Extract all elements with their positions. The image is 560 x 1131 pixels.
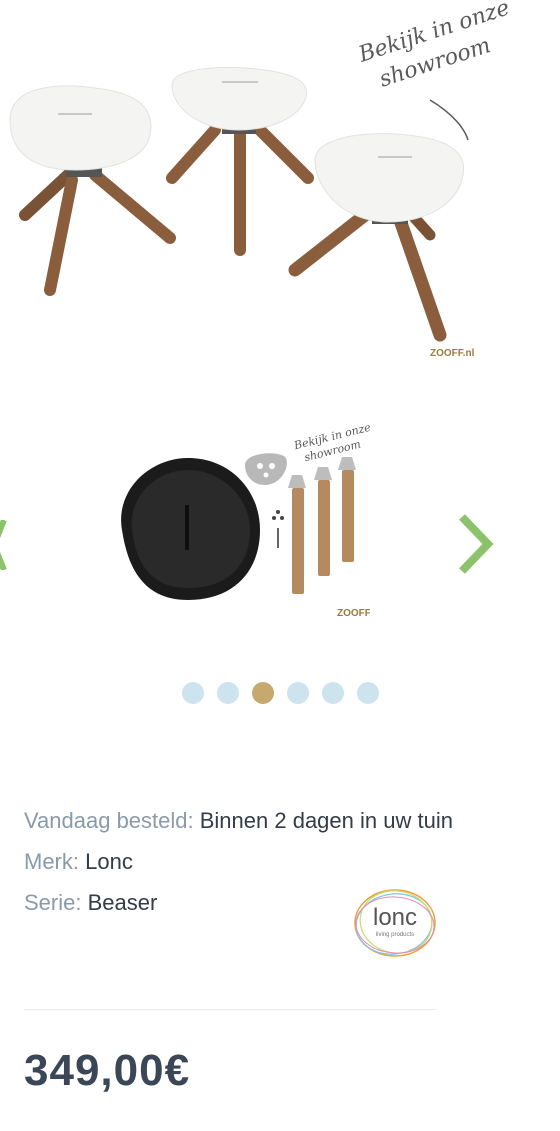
product-price: 349,00€ — [24, 1046, 191, 1095]
carousel-dot-2[interactable] — [216, 682, 239, 704]
product-hero-image: Bekijk in onze showroom ZOOFF.nl — [0, 0, 560, 370]
delivery-label: Vandaag besteld: — [24, 808, 194, 833]
section-divider — [24, 1009, 436, 1010]
series-value: Beaser — [87, 890, 158, 915]
stools-illustration: Bekijk in onze showroom ZOOFF.nl — [9, 0, 513, 359]
slide-watermark: ZOOFF.nl — [337, 608, 370, 619]
showroom-handwriting: Bekijk in onze showroom — [355, 0, 513, 93]
stool-middle — [166, 67, 314, 256]
stool-parts-image: Bekijk in onze showroom ZOOFF.nl — [121, 421, 382, 619]
carousel-pagination — [0, 682, 560, 704]
delivery-value: Binnen 2 dagen in uw tuin — [199, 808, 453, 833]
brand-label: Merk: — [24, 849, 79, 874]
next-arrow-icon[interactable] — [456, 513, 496, 575]
stool-right — [288, 133, 465, 342]
carousel-dot-6[interactable] — [356, 682, 379, 704]
lonc-brand-logo[interactable]: lonc living products — [350, 878, 440, 968]
previous-arrow-icon[interactable] — [0, 520, 8, 570]
brand-line: Merk: Lonc — [24, 841, 454, 882]
logo-wordmark: lonc — [373, 904, 417, 931]
carousel-dot-5[interactable] — [321, 682, 344, 704]
brand-value: Lonc — [85, 849, 133, 874]
carousel-dot-3-active[interactable] — [251, 682, 274, 704]
carousel-dot-1[interactable] — [181, 682, 204, 704]
carousel-dot-4[interactable] — [286, 682, 309, 704]
slide-showroom-handwriting: Bekijk in onze showroom — [292, 421, 373, 465]
logo-tagline: living products — [376, 932, 414, 938]
delivery-line: Vandaag besteld: Binnen 2 dagen in uw tu… — [24, 800, 454, 841]
stool-left — [9, 85, 176, 296]
series-label: Serie: — [24, 890, 82, 915]
hero-watermark: ZOOFF.nl — [430, 348, 475, 359]
carousel-slide: Bekijk in onze showroom ZOOFF.nl — [110, 420, 382, 630]
